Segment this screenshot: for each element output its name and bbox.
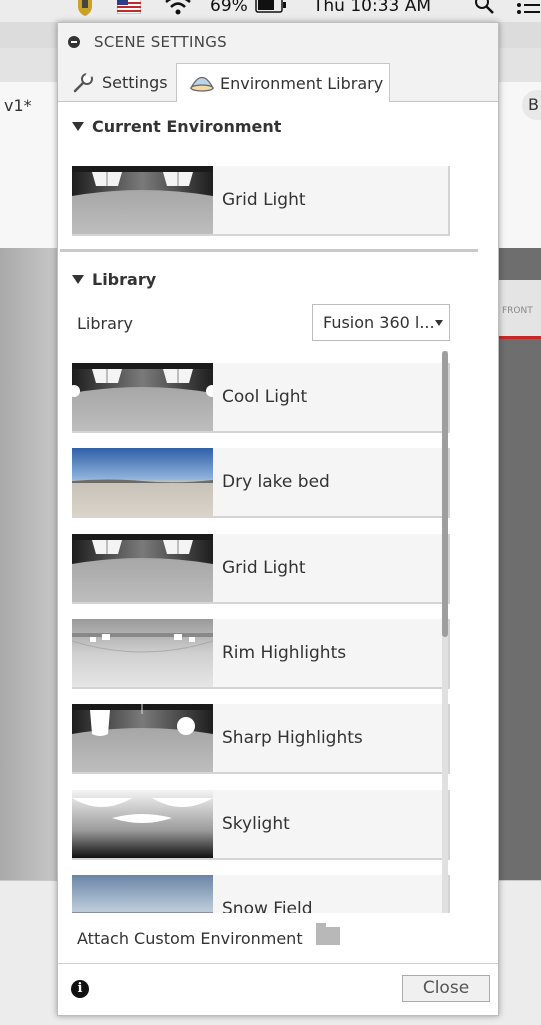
- environment-name: Sharp Highlights: [222, 728, 363, 749]
- environment-name: Rim Highlights: [222, 642, 347, 663]
- shield-icon[interactable]: [74, 0, 96, 21]
- expand-triangle-icon: [72, 122, 84, 131]
- current-environment-name: Grid Light: [222, 190, 306, 210]
- battery-icon[interactable]: [255, 0, 289, 21]
- current-environment-card: Grid Light: [72, 166, 450, 236]
- environment-thumbnail: [72, 704, 213, 773]
- library-select-value: Fusion 360 l...: [323, 313, 435, 332]
- tab-environment-library[interactable]: Environment Library: [176, 63, 390, 102]
- library-heading[interactable]: Library: [72, 270, 156, 289]
- environment-name: Snow Field: [222, 898, 313, 913]
- environment-list-item[interactable]: Sharp Highlights: [72, 704, 450, 775]
- library-field-label: Library: [77, 314, 133, 333]
- scene-settings-panel: SCENE SETTINGS Settings Environment Libr…: [57, 22, 499, 1016]
- environment-list-item[interactable]: Skylight: [72, 789, 450, 860]
- section-divider: [60, 249, 478, 252]
- environment-thumbnail: [72, 874, 213, 913]
- environment-list-item[interactable]: Grid Light: [72, 533, 450, 604]
- us-flag-icon[interactable]: [116, 0, 142, 19]
- collapse-icon[interactable]: [68, 36, 80, 48]
- viewcube[interactable]: FRONT: [497, 280, 541, 339]
- environment-list-item[interactable]: Dry lake bed: [72, 448, 450, 519]
- scrollbar-thumb[interactable]: [442, 351, 448, 637]
- attach-custom-environment-label: Attach Custom Environment: [77, 929, 303, 948]
- expand-triangle-icon: [72, 275, 84, 284]
- environment-name: Skylight: [222, 813, 290, 834]
- environment-list: Snow Field Skylight Sharp Highlights Rim Hi…: [58, 351, 498, 913]
- battery-percent[interactable]: 69%: [210, 0, 248, 16]
- info-icon[interactable]: i: [71, 980, 89, 998]
- chevron-down-icon: [435, 320, 443, 326]
- environment-thumbnail: [72, 533, 213, 602]
- environment-thumbnail: [72, 448, 213, 517]
- environment-list-item[interactable]: Snow Field: [72, 874, 450, 913]
- tab-bar: Settings Environment Library: [58, 59, 498, 102]
- environment-name: Grid Light: [222, 557, 306, 578]
- menu-bar: 69% Thu 10:33 AM: [0, 0, 541, 23]
- tab-settings[interactable]: Settings: [60, 63, 174, 101]
- environment-name: Cool Light: [222, 387, 308, 407]
- tab-settings-label: Settings: [102, 73, 168, 92]
- close-button[interactable]: Close: [402, 975, 490, 1002]
- footer-divider: [58, 963, 498, 964]
- environment-thumbnail: [72, 166, 213, 234]
- environment-list-item[interactable]: Cool Light: [72, 363, 450, 433]
- environment-name: Dry lake bed: [222, 472, 330, 493]
- notification-center-icon[interactable]: [516, 0, 541, 21]
- current-environment-heading[interactable]: Current Environment: [72, 117, 281, 136]
- menu-clock[interactable]: Thu 10:33 AM: [313, 0, 431, 16]
- folder-icon[interactable]: [316, 923, 340, 945]
- environment-list-item[interactable]: Rim Highlights: [72, 618, 450, 689]
- spotlight-search-icon[interactable]: [474, 0, 496, 21]
- panel-title: SCENE SETTINGS: [94, 33, 227, 51]
- dome-icon: [189, 73, 215, 97]
- wrench-icon: [72, 71, 94, 98]
- viewcube-face-label: FRONT: [502, 306, 533, 316]
- document-title[interactable]: v1*: [4, 96, 32, 115]
- wifi-icon[interactable]: [163, 0, 193, 21]
- environment-thumbnail: [72, 363, 213, 431]
- library-select[interactable]: Fusion 360 l...: [312, 304, 450, 341]
- tab-environment-library-label: Environment Library: [220, 74, 384, 93]
- panel-header[interactable]: SCENE SETTINGS: [58, 23, 498, 59]
- environment-thumbnail: [72, 618, 213, 687]
- environment-thumbnail: [72, 789, 213, 858]
